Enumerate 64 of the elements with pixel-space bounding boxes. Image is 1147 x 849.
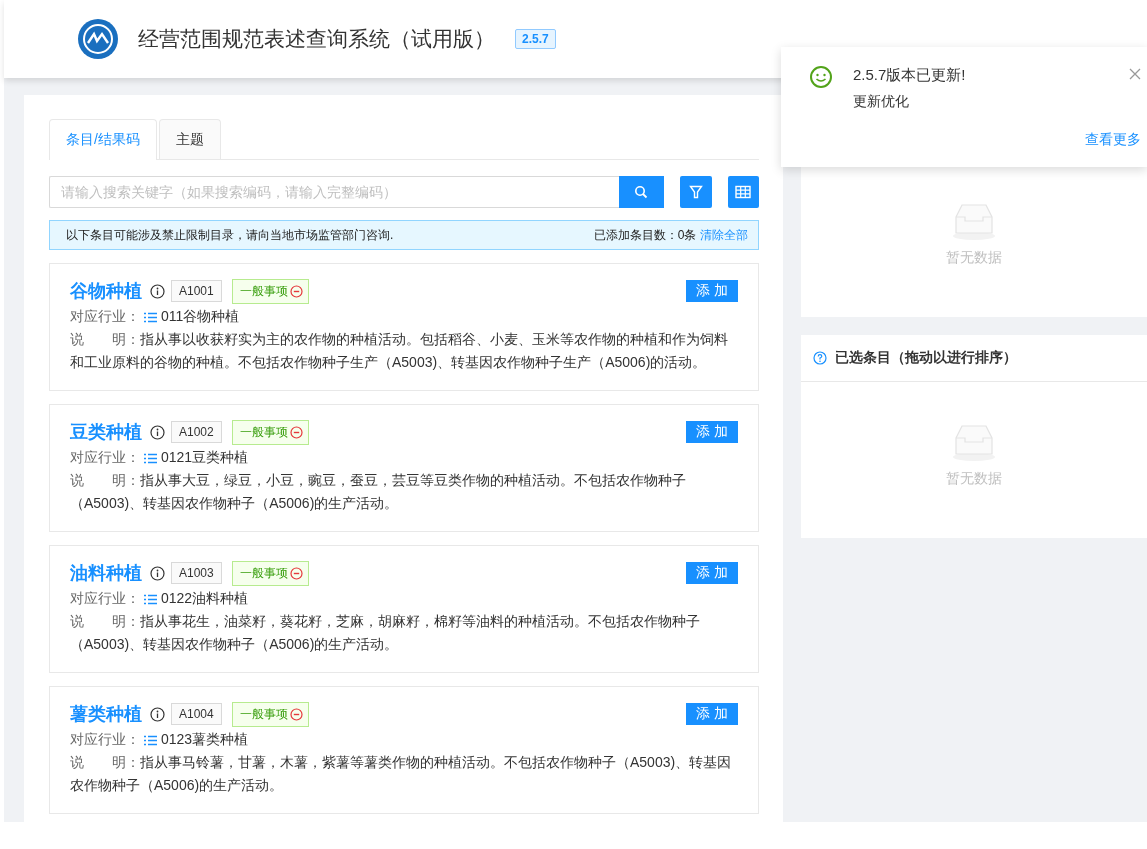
search-icon xyxy=(634,185,649,199)
table-view-button[interactable] xyxy=(727,176,760,208)
notice-text: 以下条目可能涉及禁止限制目录，请向当地市场监管部门咨询. xyxy=(66,226,394,244)
field-label: 对应行业： xyxy=(70,731,140,749)
description-text: 说 明：指从事马铃薯，甘薯，木薯，紫薯等薯类作物的种植活动。不包括农作物种子（A5003)、转基因农作物种子（A5006)的生产活动。 xyxy=(70,753,733,795)
search-button[interactable] xyxy=(618,176,664,208)
list-icon xyxy=(144,452,157,464)
empty-text: 暂无数据 xyxy=(946,249,1003,267)
industry-text: 011谷物种植 xyxy=(161,308,240,326)
code-tag: A1002 xyxy=(171,421,222,443)
description-text: 说 明：指从事花生，油菜籽，葵花籽，芝麻，胡麻籽，棉籽等油料的种植活动。不包括农作物种子（A5003)、转基因农作物种子（A5006)的生产活动。 xyxy=(70,612,701,654)
entry-title[interactable]: 谷物种植 xyxy=(70,279,142,303)
industry-text: 0123薯类种植 xyxy=(161,731,249,749)
close-icon[interactable] xyxy=(1129,68,1141,80)
version-badge: 2.5.7 xyxy=(515,29,556,49)
field-label: 对应行业： xyxy=(70,449,140,467)
category-tag: 一般事项 xyxy=(231,560,309,586)
filter-icon xyxy=(688,185,703,199)
industry-text: 0121豆类种植 xyxy=(161,449,249,467)
search-field[interactable]: 请输入搜索关键字（如果搜索编码，请输入完整编码） xyxy=(49,176,619,208)
view-more-link[interactable]: 查看更多 xyxy=(1085,131,1141,149)
filter-button[interactable] xyxy=(679,176,712,208)
logo-icon xyxy=(78,19,118,59)
added-count: 已添加条目数：0条 xyxy=(593,226,697,244)
category-tag: 一般事项 xyxy=(231,419,309,445)
list-icon xyxy=(144,593,157,605)
description-text: 说 明：指从事大豆，绿豆，小豆，豌豆，蚕豆，芸豆等豆类作物的种植活动。不包括农作物种子（A5003)、转基因农作物种子（A5006)的生产活动。 xyxy=(70,471,687,513)
add-button[interactable]: 添 加 xyxy=(686,703,739,725)
notification-message: 更新优化 xyxy=(853,93,910,111)
info-icon[interactable] xyxy=(150,706,165,722)
info-icon[interactable] xyxy=(150,565,165,581)
info-icon[interactable] xyxy=(150,283,165,299)
field-label: 对应行业： xyxy=(70,590,140,608)
field-label: 对应行业： xyxy=(70,308,140,326)
tab[interactable]: 条目/结果码 xyxy=(49,119,157,160)
category-tag: 一般事项 xyxy=(231,701,309,727)
empty-text: 暂无数据 xyxy=(946,470,1003,488)
minus-circle-icon xyxy=(289,425,303,439)
entry-title[interactable]: 豆类种植 xyxy=(70,420,142,444)
table-icon xyxy=(735,185,752,199)
list-icon xyxy=(144,734,157,746)
notification-title: 2.5.7版本已更新! xyxy=(853,66,966,85)
entry-title[interactable]: 薯类种植 xyxy=(70,702,142,726)
tab[interactable]: 主题 xyxy=(158,119,221,159)
entry-title[interactable]: 油料种植 xyxy=(70,561,142,585)
add-button[interactable]: 添 加 xyxy=(686,421,739,443)
category-tag: 一般事项 xyxy=(231,278,309,304)
code-tag: A1004 xyxy=(171,703,222,725)
code-tag: A1003 xyxy=(171,562,222,584)
minus-circle-icon xyxy=(289,707,303,721)
minus-circle-icon xyxy=(289,284,303,298)
minus-circle-icon xyxy=(289,566,303,580)
add-button[interactable]: 添 加 xyxy=(686,562,739,584)
description-text: 说 明：指从事以收获籽实为主的农作物的种植活动。包括稻谷、小麦、玉米等农作物的种植和作为饲料和工业原料的谷物的种植。不包括农作物种子生产（A5003)、转基因农作物种子生产（A5006)的活动。 xyxy=(70,330,729,372)
code-tag: A1001 xyxy=(171,280,222,302)
app-title: 经营范围规范表述查询系统（试用版） xyxy=(138,26,495,52)
info-icon[interactable] xyxy=(150,424,165,440)
add-button[interactable]: 添 加 xyxy=(686,280,739,302)
help-icon[interactable] xyxy=(813,351,828,365)
panel-title: 已选条目（拖动以进行排序） xyxy=(835,349,1018,367)
smile-icon xyxy=(809,65,833,89)
industry-text: 0122油料种植 xyxy=(161,590,249,608)
list-icon xyxy=(144,311,157,323)
clear-all-link[interactable]: 清除全部 xyxy=(700,226,749,244)
